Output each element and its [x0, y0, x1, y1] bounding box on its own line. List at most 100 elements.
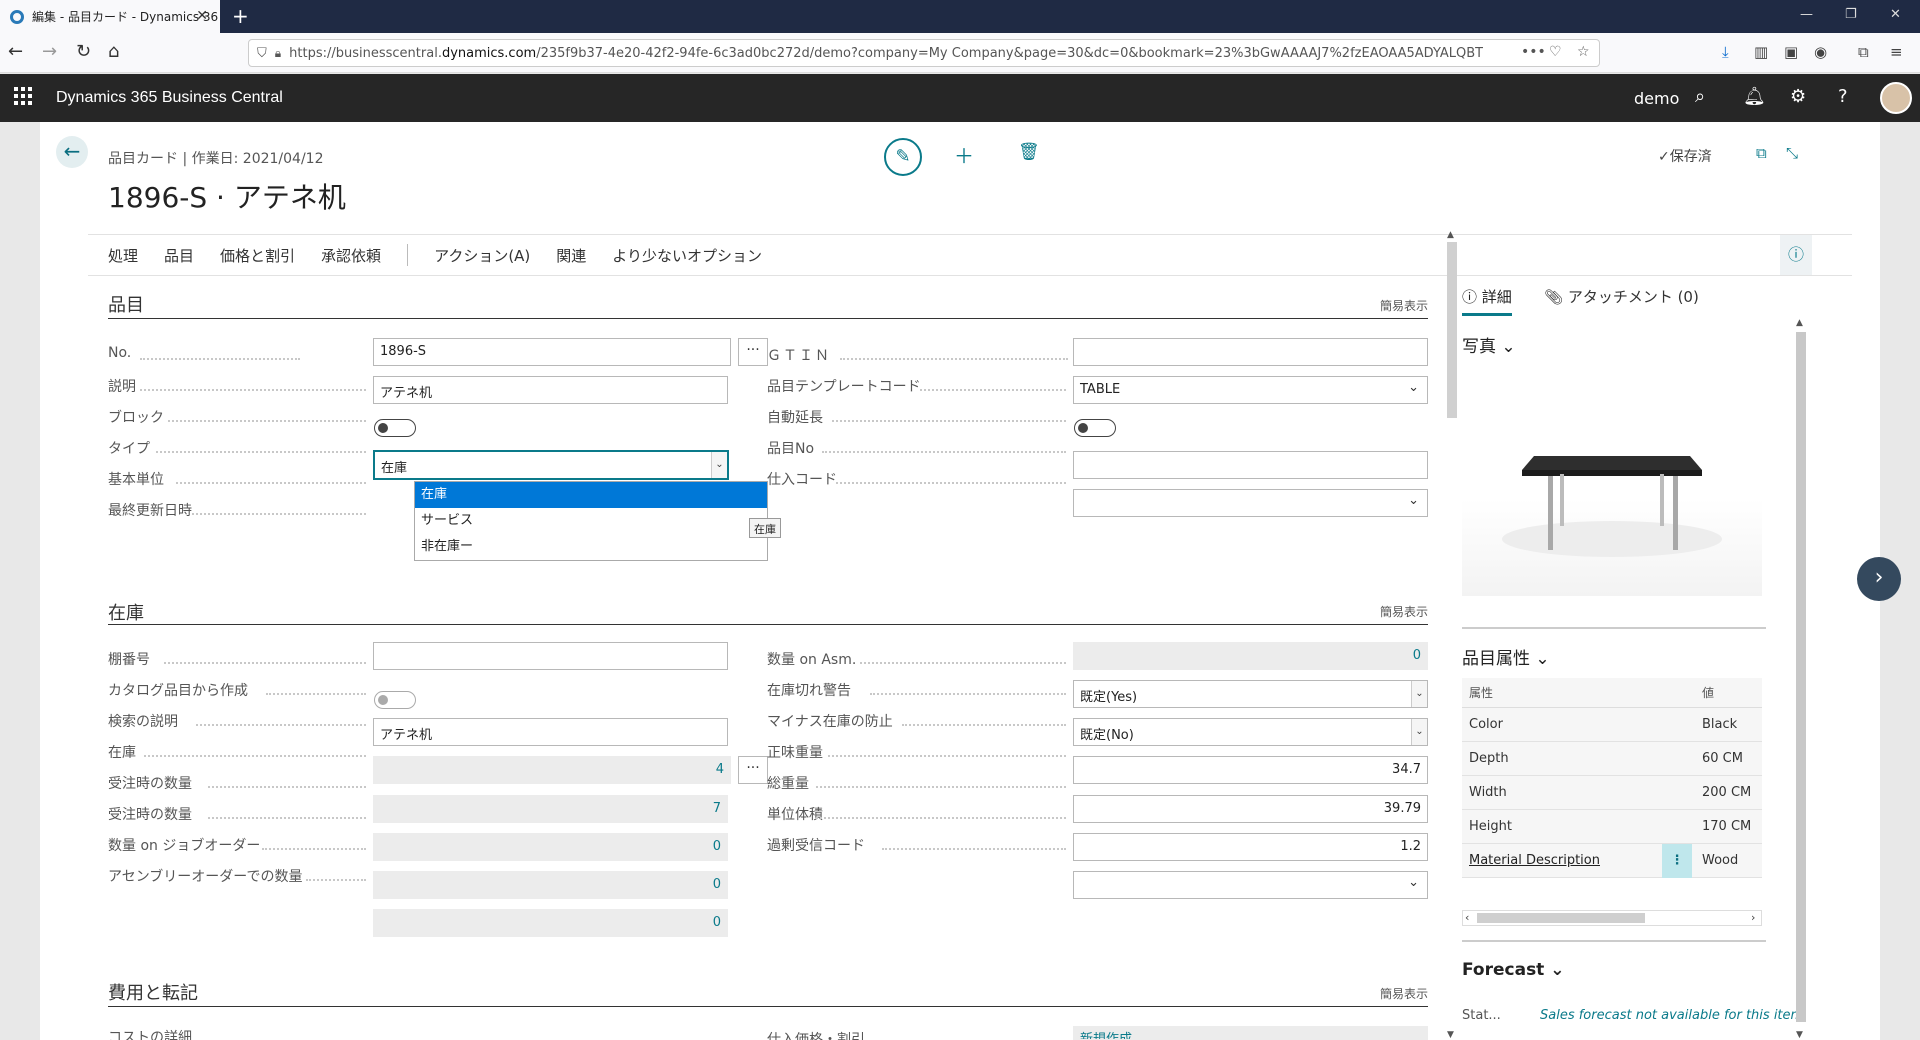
- qty-on-asm-field[interactable]: 0: [1073, 642, 1428, 670]
- chevron-down-icon[interactable]: ⌄: [1411, 719, 1427, 745]
- qty-on-po-field[interactable]: 7: [373, 795, 728, 823]
- no-field[interactable]: 1896-S: [373, 338, 731, 366]
- section-cost-toggle[interactable]: 簡易表示: [1340, 985, 1428, 1002]
- item-no-field[interactable]: [1073, 451, 1428, 479]
- description-field[interactable]: アテネ机: [373, 376, 728, 404]
- factbox-scrollbar[interactable]: ▲ ▼: [1794, 318, 1808, 1040]
- search-icon[interactable]: ⌕: [1695, 86, 1705, 107]
- forward-icon[interactable]: →: [42, 41, 57, 62]
- type-option-inventory[interactable]: 在庫: [415, 482, 767, 508]
- account-icon[interactable]: ◉: [1814, 43, 1827, 61]
- bookmark-star-icon[interactable]: ☆: [1577, 44, 1590, 60]
- plus-icon[interactable]: ＋: [954, 140, 974, 169]
- scroll-up-icon[interactable]: ▲: [1796, 318, 1803, 328]
- new-tab-icon[interactable]: +: [232, 4, 249, 28]
- cost-details-label[interactable]: コストの詳細: [108, 1027, 192, 1040]
- lock-icon[interactable]: 🔒︎: [275, 46, 281, 61]
- avatar[interactable]: [1880, 82, 1912, 114]
- pencil-icon[interactable]: ✎: [884, 138, 922, 176]
- window-close-icon[interactable]: ✕: [1890, 7, 1901, 22]
- info-icon[interactable]: ⓘ: [1780, 235, 1812, 275]
- attributes-hscrollbar[interactable]: ‹ ›: [1462, 910, 1762, 926]
- chevron-down-icon[interactable]: ⌄: [711, 452, 727, 478]
- prevent-negative-inventory-select[interactable]: 既定(No) ⌄: [1073, 718, 1428, 746]
- section-cost-title[interactable]: 費用と転記: [108, 979, 198, 1005]
- unit-volume-field[interactable]: 1.2: [1073, 833, 1428, 861]
- forecast-heading[interactable]: Forecast ⌄: [1462, 960, 1564, 980]
- browser-tab[interactable]: 編集 - 品目カード - Dynamics 36 ✕: [0, 0, 220, 33]
- url-bar[interactable]: ⛉ 🔒︎ https://businesscentral.dynamics.co…: [248, 39, 1600, 67]
- purchasing-code-select[interactable]: ⌄: [1073, 489, 1428, 517]
- type-option-non-inventory[interactable]: 非在庫ー: [415, 534, 767, 560]
- scroll-up-icon[interactable]: ▲: [1447, 230, 1454, 240]
- trash-icon[interactable]: 🗑︎: [1018, 142, 1040, 162]
- next-record-button[interactable]: ›: [1857, 557, 1901, 601]
- created-from-catalog-toggle[interactable]: [374, 691, 416, 709]
- gross-weight-field[interactable]: 39.79: [1073, 795, 1428, 823]
- scroll-left-icon[interactable]: ‹: [1465, 911, 1469, 924]
- table-row[interactable]: Depth 60 CM: [1462, 742, 1762, 776]
- over-receipt-code-select[interactable]: ⌄: [1073, 871, 1428, 899]
- item-attributes-heading[interactable]: 品目属性 ⌄: [1462, 644, 1550, 669]
- app-launcher-icon[interactable]: [14, 87, 32, 105]
- library-icon[interactable]: ▥: [1754, 43, 1768, 61]
- company-name[interactable]: demo: [1634, 89, 1679, 108]
- action-prices-discounts[interactable]: 価格と割引: [220, 245, 295, 266]
- inventory-field[interactable]: 4: [373, 756, 731, 784]
- qty-on-so-field[interactable]: 0: [373, 833, 728, 861]
- content-scroll-thumb[interactable]: [1447, 242, 1457, 418]
- factbox-tab-details[interactable]: ⓘ 詳細: [1462, 286, 1512, 316]
- back-icon[interactable]: ←: [8, 41, 23, 62]
- extensions-icon[interactable]: ⧉: [1858, 43, 1869, 61]
- no-assist-button[interactable]: ···: [738, 338, 768, 366]
- question-icon[interactable]: ?: [1838, 86, 1848, 107]
- action-process[interactable]: 処理: [108, 245, 138, 266]
- chevron-down-icon[interactable]: ⌄: [1408, 493, 1419, 508]
- close-tab-icon[interactable]: ✕: [196, 8, 208, 24]
- download-icon[interactable]: ⤓: [1722, 43, 1729, 61]
- table-row[interactable]: Color Black: [1462, 708, 1762, 742]
- page-actions-icon[interactable]: •••: [1521, 44, 1546, 60]
- shield-icon[interactable]: ⛉: [257, 46, 267, 61]
- pocket-icon[interactable]: ♡: [1549, 44, 1562, 60]
- table-row[interactable]: Material Description ⋮ Wood: [1462, 844, 1762, 878]
- type-option-service[interactable]: サービス: [415, 508, 767, 534]
- content-scrollbar[interactable]: ▲ ▼: [1445, 230, 1459, 1040]
- table-row[interactable]: Height 170 CM: [1462, 810, 1762, 844]
- sidebar-icon[interactable]: ▣: [1784, 43, 1798, 61]
- stockout-warning-select[interactable]: 既定(Yes) ⌄: [1073, 680, 1428, 708]
- scroll-down-icon[interactable]: ▼: [1447, 1030, 1454, 1040]
- auto-extend-toggle[interactable]: [1074, 419, 1116, 437]
- qty-on-asm-order-field[interactable]: 0: [373, 909, 728, 937]
- action-related[interactable]: 関連: [556, 245, 586, 266]
- action-item[interactable]: 品目: [164, 245, 194, 266]
- chevron-down-icon[interactable]: ⌄: [1408, 380, 1419, 395]
- app-name[interactable]: Dynamics 365 Business Central: [56, 89, 283, 107]
- item-template-select[interactable]: TABLE ⌄: [1073, 376, 1428, 404]
- action-actions[interactable]: アクション(A): [434, 245, 530, 266]
- inventory-assist-button[interactable]: ···: [738, 756, 768, 784]
- reload-icon[interactable]: ↻: [76, 41, 91, 62]
- net-weight-field[interactable]: 34.7: [1073, 756, 1428, 784]
- factbox-tab-attachments[interactable]: 📎︎ アタッチメント (0): [1544, 286, 1699, 307]
- scroll-right-icon[interactable]: ›: [1751, 911, 1755, 924]
- qty-on-job-order-field[interactable]: 0: [373, 871, 728, 899]
- purchase-prices-field[interactable]: 新規作成: [1073, 1026, 1428, 1040]
- menu-icon[interactable]: ≡: [1890, 43, 1903, 61]
- action-request-approval[interactable]: 承認依頼: [321, 245, 381, 266]
- table-row[interactable]: Width 200 CM: [1462, 776, 1762, 810]
- gear-icon[interactable]: ⚙: [1790, 86, 1806, 107]
- gtin-field[interactable]: [1073, 338, 1428, 366]
- type-select[interactable]: 在庫 ⌄: [374, 451, 728, 479]
- attributes-scroll-thumb[interactable]: [1477, 913, 1645, 923]
- collapse-icon[interactable]: ⤡: [1786, 144, 1798, 162]
- restore-icon[interactable]: ❐: [1845, 7, 1857, 22]
- minimize-icon[interactable]: —: [1800, 7, 1813, 22]
- section-item-title[interactable]: 品目: [108, 291, 144, 317]
- chevron-down-icon[interactable]: ⌄: [1408, 875, 1419, 890]
- search-description-field[interactable]: アテネ机: [373, 718, 728, 746]
- home-icon[interactable]: ⌂: [108, 41, 119, 62]
- open-new-window-icon[interactable]: ⧉: [1756, 144, 1767, 162]
- row-menu-icon[interactable]: ⋮: [1662, 844, 1692, 878]
- shelf-no-field[interactable]: [373, 642, 728, 670]
